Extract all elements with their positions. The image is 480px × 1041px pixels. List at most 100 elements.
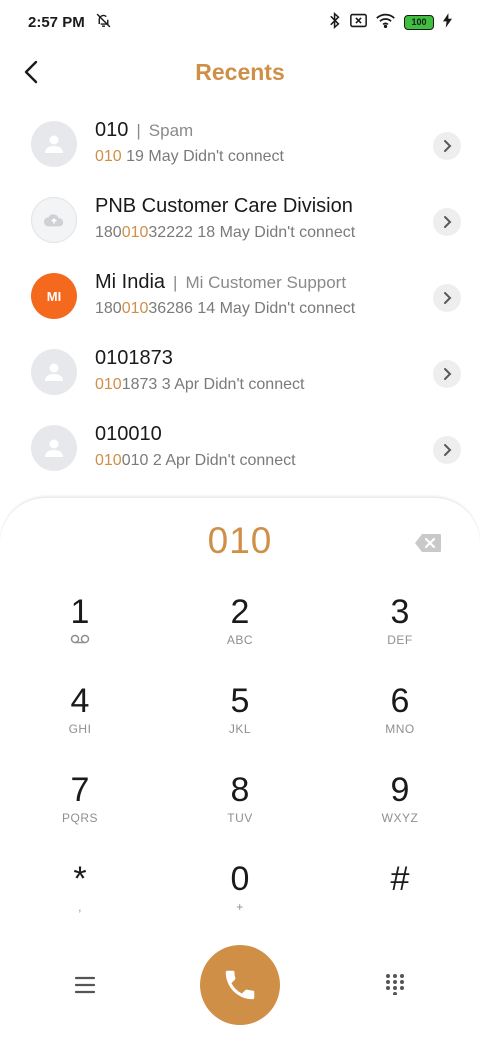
status-time: 2:57 PM [28,13,85,31]
key-letters: TUV [227,811,253,825]
number-suffix: 010 [121,452,149,469]
recent-call-row[interactable]: PNB Customer Care Division 18001032222 1… [0,182,480,258]
contact-tag: Spam [148,121,194,140]
key-letters: GHI [68,722,92,736]
details-button[interactable] [433,360,461,388]
number-prefix: 180 [95,300,122,317]
call-details: 18001036286 14 May Didn't connect [95,300,420,318]
avatar [31,197,77,243]
backspace-button[interactable] [414,533,442,553]
keypad-toggle-button[interactable] [384,973,406,996]
key-letters: MNO [385,722,415,736]
key-8[interactable]: 8 TUV [160,770,320,859]
key-letters: + [236,900,244,914]
key-digit: 3 [390,593,410,631]
call-button[interactable] [200,945,280,1025]
call-meta: 14 May Didn't connect [192,300,356,317]
person-icon [45,135,63,153]
call-meta: 2 Apr Didn't connect [148,452,296,469]
key-9[interactable]: 9 WXYZ [320,770,480,859]
phone-icon [225,970,255,1000]
dialpad-actions [0,943,480,1033]
key-letters: DEF [387,633,413,647]
header: Recents [0,44,480,100]
number-match: 010 [121,224,149,241]
recent-call-row[interactable]: 010010 010010 2 Apr Didn't connect [0,410,480,486]
key-1[interactable]: 1 [0,592,160,681]
contact-name-line: 0101873 [95,347,420,370]
row-text: Mi India | Mi Customer Support 18001036286… [95,271,420,318]
key-digit: 1 [70,593,90,631]
recent-call-row[interactable]: MI Mi India | Mi Customer Support 18001036… [0,258,480,334]
voicemail-icon [70,633,90,647]
recents-list: 010 | Spam 010 19 May Didn't connect PNB C… [0,106,480,486]
details-button[interactable] [433,132,461,160]
key-star[interactable]: * , [0,859,160,948]
key-digit: # [390,860,410,898]
number-match: 010 [121,300,149,317]
key-2[interactable]: 2 ABC [160,592,320,681]
key-3[interactable]: 3 DEF [320,592,480,681]
key-digit: 4 [70,682,90,720]
keypad: 1 2 ABC 3 DEF 4 GHI 5 JKL 6 MNO 7 PQRS 8… [0,592,480,948]
key-6[interactable]: 6 MNO [320,681,480,770]
charging-icon [443,12,452,32]
status-right: 100 [329,11,452,33]
contact-name: 010010 [95,423,162,445]
contact-name-line: 010 | Spam [95,119,420,142]
key-digit: 2 [230,593,250,631]
contact-name: Mi India [95,271,166,293]
key-digit: 7 [70,771,90,809]
number-match: 010 [95,148,122,165]
key-letters: , [78,900,82,914]
recent-call-row[interactable]: 010 | Spam 010 19 May Didn't connect [0,106,480,182]
row-text: 010010 010010 2 Apr Didn't connect [95,423,420,470]
chevron-right-icon [444,444,452,456]
key-hash[interactable]: # [320,859,480,948]
key-4[interactable]: 4 GHI [0,681,160,770]
key-0[interactable]: 0 + [160,859,320,948]
avatar [31,349,77,395]
contact-name-line: Mi India | Mi Customer Support [95,271,420,294]
details-button[interactable] [433,436,461,464]
key-digit: 9 [390,771,410,809]
details-button[interactable] [433,284,461,312]
call-details: 0101873 3 Apr Didn't connect [95,376,420,394]
contact-name: PNB Customer Care Division [95,195,353,217]
sim-off-icon [350,13,367,32]
bluetooth-icon [329,11,341,33]
key-digit: 0 [230,860,250,898]
avatar [31,425,77,471]
recent-call-row[interactable]: 0101873 0101873 3 Apr Didn't connect [0,334,480,410]
mi-logo-text: MI [46,288,62,304]
keypad-grid-icon [386,974,404,996]
key-digit: 8 [230,771,250,809]
dialed-number[interactable]: 010 [0,520,480,562]
number-prefix: 180 [95,224,122,241]
number-suffix: 36286 [148,300,193,317]
key-7[interactable]: 7 PQRS [0,770,160,859]
separator: | [173,273,178,292]
bell-off-icon [95,12,112,33]
status-bar: 2:57 PM 100 [0,0,480,44]
back-button[interactable] [14,54,50,90]
key-letters: JKL [228,722,252,736]
call-details: 010010 2 Apr Didn't connect [95,452,420,470]
dialpad-panel: 010 1 2 ABC 3 DEF 4 GHI 5 JKL 6 MNO 7 PQ… [0,497,480,1041]
menu-button[interactable] [70,973,100,997]
details-button[interactable] [433,208,461,236]
call-meta: 3 Apr Didn't connect [157,376,305,393]
contact-name: 010 [95,119,129,141]
mi-logo-avatar: MI [31,273,77,319]
battery-icon: 100 [404,14,434,30]
key-5[interactable]: 5 JKL [160,681,320,770]
separator: | [136,121,141,140]
chevron-left-icon [24,60,38,84]
call-meta: 18 May Didn't connect [192,224,356,241]
person-icon [45,363,63,381]
row-text: 0101873 0101873 3 Apr Didn't connect [95,347,420,394]
contact-name-line: PNB Customer Care Division [95,195,420,218]
status-left: 2:57 PM [28,12,112,33]
person-icon [45,439,63,457]
menu-icon [74,976,96,994]
